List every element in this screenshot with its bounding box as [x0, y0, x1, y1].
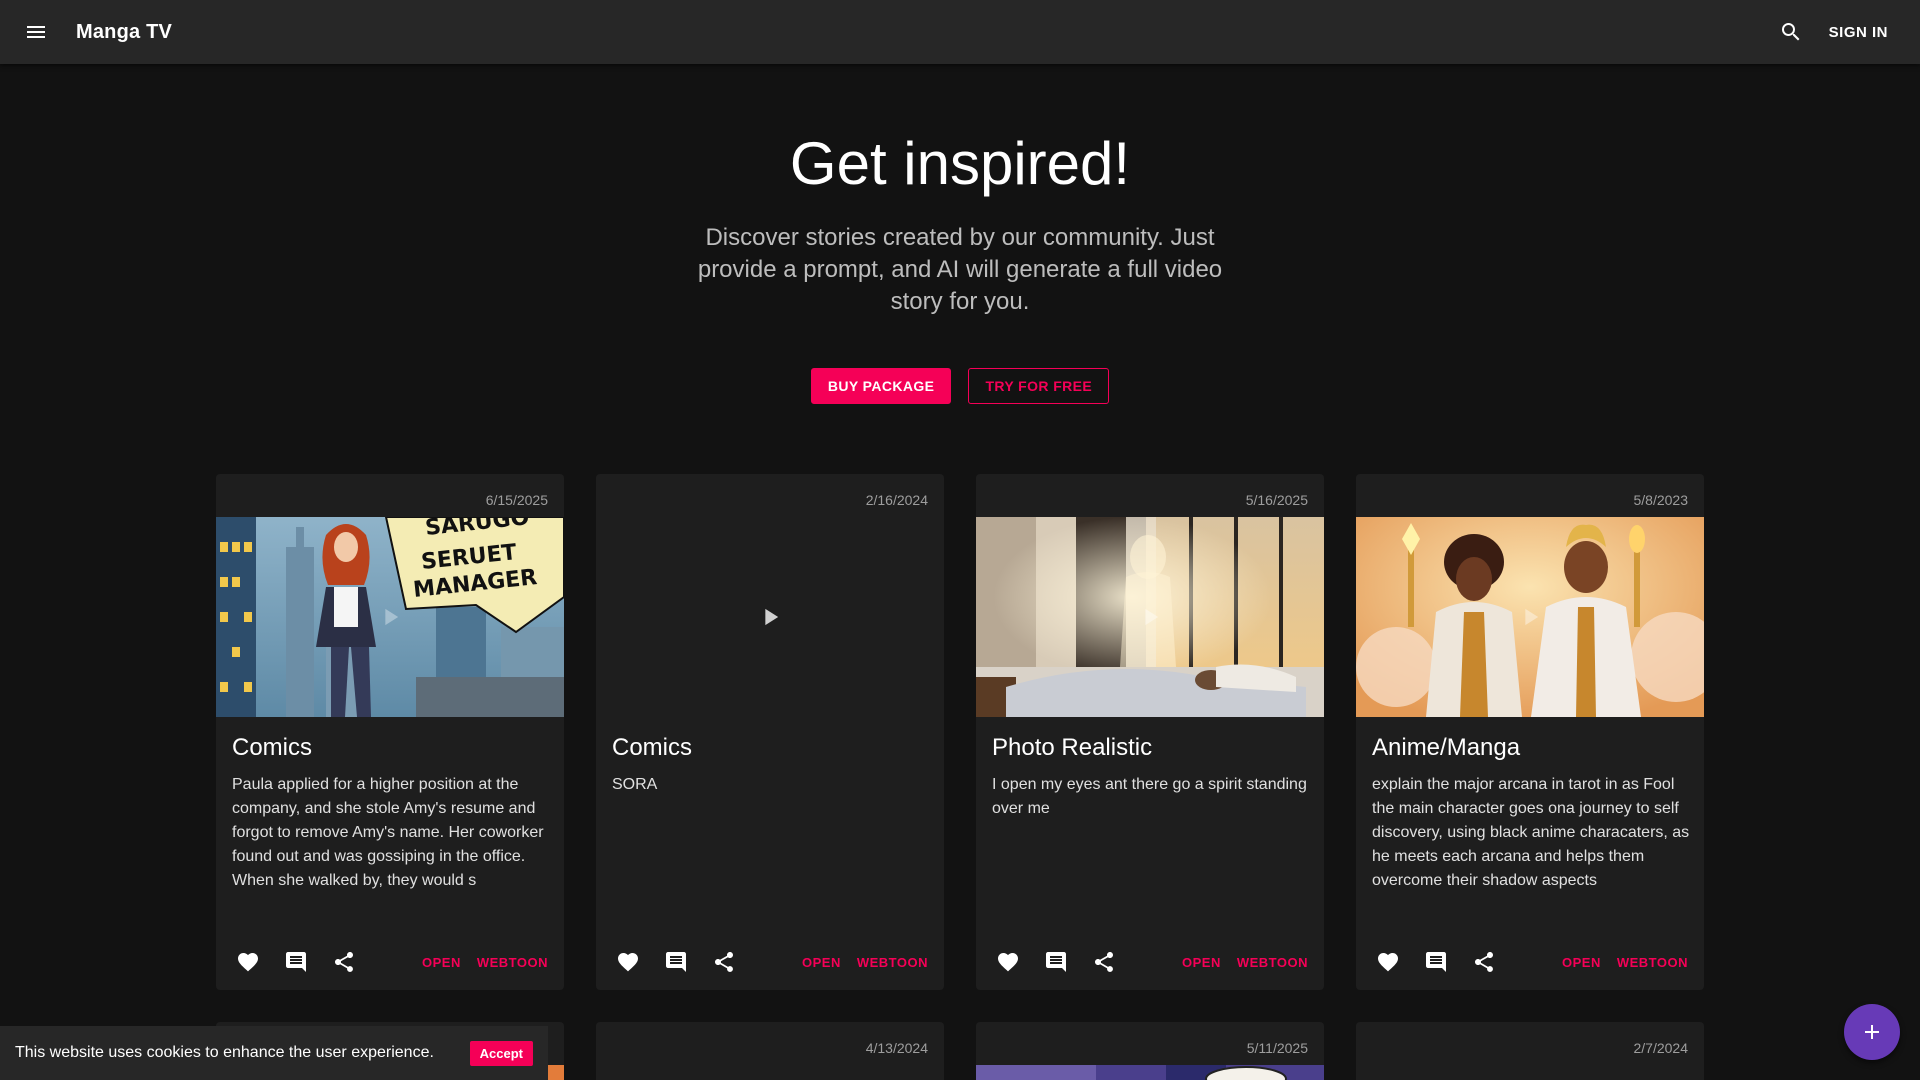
- story-card: 2/7/2024: [1356, 1022, 1704, 1080]
- card-thumbnail[interactable]: [976, 1065, 1324, 1080]
- like-button[interactable]: [1364, 938, 1412, 986]
- card-actions: OPEN WEBTOON: [1356, 934, 1704, 990]
- open-button[interactable]: OPEN: [1174, 955, 1229, 970]
- share-icon: [1475, 952, 1493, 972]
- create-story-fab[interactable]: [1844, 1004, 1900, 1060]
- webtoon-button[interactable]: WEBTOON: [1229, 955, 1316, 970]
- card-date: 6/15/2025: [485, 492, 548, 508]
- hero-subtitle: Discover stories created by our communit…: [697, 224, 1223, 315]
- hero-section: Get inspired! Discover stories created b…: [0, 64, 1920, 404]
- like-button[interactable]: [604, 938, 652, 986]
- menu-button[interactable]: [12, 8, 60, 56]
- search-button[interactable]: [1767, 8, 1815, 56]
- card-title: Comics: [612, 734, 693, 761]
- card-description: I open my eyes ant there go a spirit sta…: [992, 776, 1307, 817]
- sign-in-button[interactable]: SIGN IN: [1829, 24, 1888, 41]
- cookie-banner: This website uses cookies to enhance the…: [0, 1026, 548, 1080]
- app-title[interactable]: Manga TV: [76, 21, 172, 44]
- card-date: 2/16/2024: [865, 492, 928, 508]
- comment-button[interactable]: [1412, 938, 1460, 986]
- card-date: 5/8/2023: [1633, 492, 1689, 508]
- story-card: 5/16/2025 Photo Realistic I open my eyes…: [976, 474, 1324, 990]
- story-grid: 6/15/2025 SARUGO SERUET MANAGER Comics P…: [216, 474, 1704, 1080]
- play-icon: [1145, 608, 1159, 626]
- card-date: 2/7/2024: [1633, 1040, 1689, 1056]
- comment-button[interactable]: [652, 938, 700, 986]
- share-button[interactable]: [1460, 938, 1508, 986]
- play-icon: [765, 608, 779, 626]
- story-card: 6/15/2025 SARUGO SERUET MANAGER Comics P…: [216, 474, 564, 990]
- card-thumbnail[interactable]: [1356, 517, 1704, 717]
- share-button[interactable]: [700, 938, 748, 986]
- like-button[interactable]: [224, 938, 272, 986]
- heart-icon: [238, 953, 258, 972]
- card-date: 4/13/2024: [865, 1040, 928, 1056]
- open-button[interactable]: OPEN: [414, 955, 469, 970]
- comment-icon: [666, 952, 686, 972]
- search-icon: [1781, 23, 1800, 41]
- heart-icon: [618, 953, 638, 972]
- comment-icon: [1046, 952, 1066, 972]
- card-description: Paula applied for a higher position at t…: [232, 776, 544, 889]
- play-icon: [385, 608, 399, 626]
- menu-icon: [27, 26, 45, 38]
- comic-panel-illustration: [976, 1065, 1324, 1080]
- card-actions: OPEN WEBTOON: [596, 934, 944, 990]
- card-title: Anime/Manga: [1372, 734, 1521, 761]
- card-description: SORA: [612, 776, 658, 793]
- story-card: 4/13/2024: [596, 1022, 944, 1080]
- story-card: 2/16/2024 Comics SORA OPEN WEBTOON: [596, 474, 944, 990]
- share-button[interactable]: [320, 938, 368, 986]
- app-bar: Manga TV SIGN IN: [0, 0, 1920, 64]
- webtoon-button[interactable]: WEBTOON: [849, 955, 936, 970]
- card-date: 5/11/2025: [1246, 1040, 1308, 1056]
- card-actions: OPEN WEBTOON: [216, 934, 564, 990]
- open-button[interactable]: OPEN: [1554, 955, 1609, 970]
- story-card: 5/8/2023 Anime/Manga explain the major a…: [1356, 474, 1704, 990]
- play-icon: [1525, 608, 1539, 626]
- comment-button[interactable]: [272, 938, 320, 986]
- cookie-message: This website uses cookies to enhance the…: [15, 1044, 434, 1061]
- heart-icon: [998, 953, 1018, 972]
- card-title: Comics: [232, 734, 313, 761]
- like-button[interactable]: [984, 938, 1032, 986]
- card-thumbnail[interactable]: [976, 517, 1324, 717]
- comment-icon: [1426, 952, 1446, 972]
- card-title: Photo Realistic: [992, 734, 1153, 761]
- webtoon-button[interactable]: WEBTOON: [1609, 955, 1696, 970]
- story-card: 5/11/2025: [976, 1022, 1324, 1080]
- share-icon: [335, 952, 353, 972]
- hero-actions: BUY PACKAGE TRY FOR FREE: [0, 368, 1920, 404]
- card-thumbnail[interactable]: SARUGO SERUET MANAGER: [216, 517, 564, 717]
- card-thumbnail[interactable]: [596, 517, 944, 717]
- card-date: 5/16/2025: [1245, 492, 1308, 508]
- webtoon-button[interactable]: WEBTOON: [469, 955, 556, 970]
- cookie-accept-button[interactable]: Accept: [469, 1040, 533, 1066]
- card-description: explain the major arcana in tarot in as …: [1372, 776, 1690, 889]
- share-icon: [715, 952, 733, 972]
- plus-icon: [1865, 1025, 1879, 1039]
- hero-title: Get inspired!: [789, 130, 1131, 197]
- share-button[interactable]: [1080, 938, 1128, 986]
- comment-button[interactable]: [1032, 938, 1080, 986]
- open-button[interactable]: OPEN: [794, 955, 849, 970]
- share-icon: [1095, 952, 1113, 972]
- heart-icon: [1378, 953, 1398, 972]
- buy-package-button[interactable]: BUY PACKAGE: [810, 368, 952, 404]
- card-thumbnail-edge: [548, 1065, 564, 1080]
- comment-icon: [286, 952, 306, 972]
- card-actions: OPEN WEBTOON: [976, 934, 1324, 990]
- try-for-free-button[interactable]: TRY FOR FREE: [968, 368, 1110, 404]
